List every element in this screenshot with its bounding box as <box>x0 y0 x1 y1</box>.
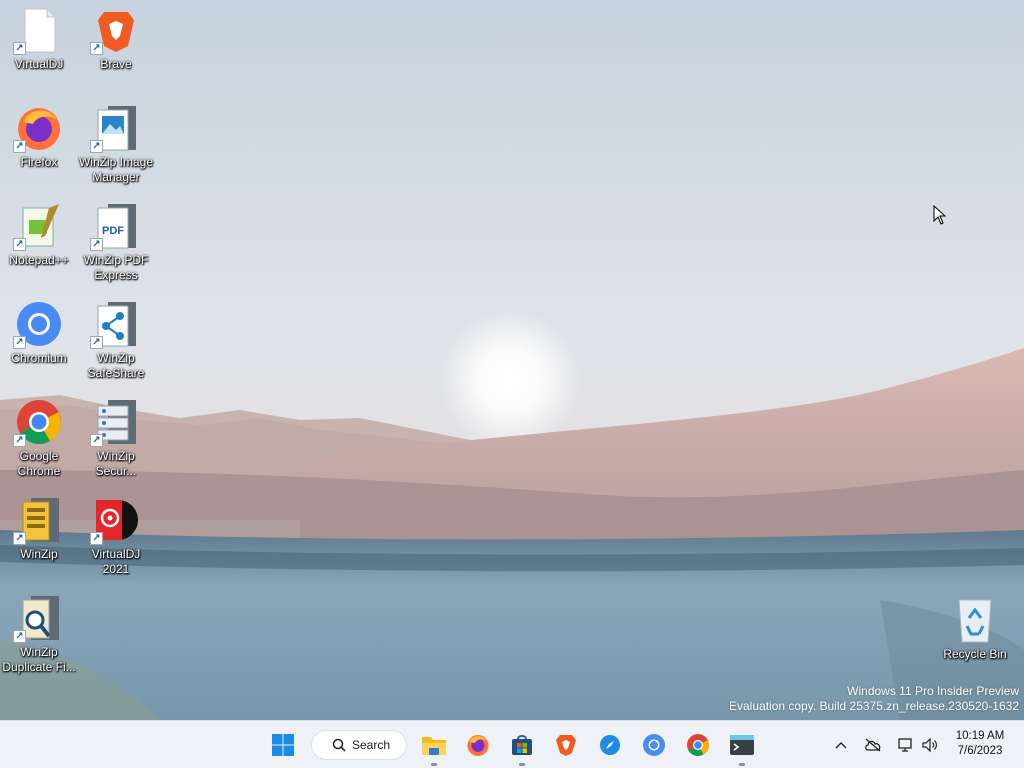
virtualdj-icon: ↗ <box>90 496 140 545</box>
running-indicator <box>431 763 437 766</box>
notepad-plus-plus-icon: ↗ <box>13 202 63 251</box>
taskbar-chromium[interactable] <box>638 729 670 761</box>
search-icon <box>332 738 346 752</box>
windows-watermark: Windows 11 Pro Insider Preview Evaluatio… <box>729 684 1019 714</box>
taskbar-google-chrome[interactable] <box>682 729 714 761</box>
clock-time: 10:19 AM <box>955 730 1005 742</box>
shortcut-arrow-icon: ↗ <box>13 140 26 153</box>
shortcut-arrow-icon: ↗ <box>13 42 26 55</box>
onedrive-status-button[interactable] <box>863 735 883 755</box>
shortcut-arrow-icon: ↗ <box>90 532 103 545</box>
running-indicator <box>739 763 745 766</box>
desktop-icon-brave[interactable]: ↗ Brave <box>77 6 155 72</box>
firefox-icon <box>467 735 489 756</box>
desktop[interactable]: ↗ VirtualDJ ↗ Brave ↗ Firefox ↗ WinZip I… <box>0 0 1024 720</box>
shortcut-arrow-icon: ↗ <box>90 140 103 153</box>
taskbar-brave[interactable] <box>550 729 582 761</box>
firefox-icon: ↗ <box>13 104 63 153</box>
shortcut-arrow-icon: ↗ <box>90 238 103 251</box>
file-explorer-icon <box>422 737 446 755</box>
terminal-icon <box>730 735 754 755</box>
winzip-pdf-express-icon: PDF ↗ <box>90 202 140 251</box>
desktop-icon-label: Chromium <box>11 351 67 365</box>
desktop-icon-label: Brave <box>100 57 132 71</box>
show-hidden-icons-button[interactable] <box>831 735 851 755</box>
desktop-icon-chromium[interactable]: ↗ Chromium <box>0 300 78 366</box>
shortcut-arrow-icon: ↗ <box>90 434 103 447</box>
winzip-safeshare-icon: ↗ <box>90 300 140 349</box>
taskbar-file-explorer[interactable] <box>418 729 450 766</box>
desktop-icon-virtualdj[interactable]: ↗ VirtualDJ <box>0 6 78 72</box>
desktop-icon-virtualdj-2021[interactable]: ↗ VirtualDJ 2021 <box>77 496 155 577</box>
brave-icon: ↗ <box>90 6 140 55</box>
desktop-icon-winzip-pdf-express[interactable]: PDF ↗ WinZip PDF Express <box>77 202 155 283</box>
taskbar-firefox[interactable] <box>462 729 494 761</box>
network-status-button[interactable] <box>895 735 915 755</box>
desktop-icon-label: VirtualDJ 2021 <box>91 547 141 576</box>
desktop-icon-google-chrome[interactable]: ↗ Google Chrome <box>0 398 78 479</box>
desktop-icon-label: WinZip Secur... <box>95 449 137 478</box>
desktop-icon-firefox[interactable]: ↗ Firefox <box>0 104 78 170</box>
taskbar-compass-app[interactable] <box>594 729 626 761</box>
watermark-line-1: Windows 11 Pro Insider Preview <box>847 684 1019 698</box>
desktop-icon-winzip-image-manager[interactable]: ↗ WinZip Image Manager <box>77 104 155 185</box>
shortcut-arrow-icon: ↗ <box>90 42 103 55</box>
desktop-icon-winzip-safeshare[interactable]: ↗ WinZip SafeShare <box>77 300 155 381</box>
shortcut-arrow-icon: ↗ <box>13 238 26 251</box>
desktop-icon-recycle-bin[interactable]: Recycle Bin <box>936 596 1014 662</box>
chromium-icon: ↗ <box>13 300 63 349</box>
taskbar-search-box[interactable]: Search <box>311 730 407 760</box>
desktop-icon-label: Google Chrome <box>17 449 61 478</box>
shortcut-arrow-icon: ↗ <box>90 336 103 349</box>
desktop-icon-label: Recycle Bin <box>943 647 1007 661</box>
volume-button[interactable] <box>920 735 940 755</box>
svg-text:PDF: PDF <box>102 225 124 237</box>
desktop-icon-label: Notepad++ <box>9 253 69 267</box>
speaker-icon <box>922 737 937 753</box>
winzip-secure-backup-icon: ↗ <box>90 398 140 447</box>
brave-icon <box>556 735 576 756</box>
chromium-icon <box>643 734 665 756</box>
winzip-icon: ↗ <box>13 496 63 545</box>
desktop-icon-label: WinZip SafeShare <box>87 351 145 380</box>
start-icon <box>272 734 294 756</box>
chrome-icon <box>687 734 709 756</box>
recycle-bin-icon <box>951 596 999 644</box>
shortcut-arrow-icon: ↗ <box>13 434 26 447</box>
clock-date: 7/6/2023 <box>957 745 1003 757</box>
watermark-line-2: Evaluation copy. Build 25375.zn_release.… <box>729 699 1019 713</box>
desktop-icon-label: Firefox <box>20 155 58 169</box>
chevron-up-icon <box>835 742 847 749</box>
desktop-icon-notepad-plus-plus[interactable]: ↗ Notepad++ <box>0 202 78 268</box>
taskbar: Search 10:19 AM 7/6/2023 <box>0 720 1024 768</box>
file-icon: ↗ <box>13 6 63 55</box>
cloud-offline-icon <box>865 738 881 752</box>
desktop-icon-label: WinZip PDF Express <box>83 253 149 282</box>
desktop-icon-winzip[interactable]: ↗ WinZip <box>0 496 78 562</box>
desktop-icon-label: WinZip Image Manager <box>78 155 154 184</box>
desktop-icon-label: WinZip <box>20 547 58 561</box>
shortcut-arrow-icon: ↗ <box>13 336 26 349</box>
mouse-cursor-icon <box>933 204 947 230</box>
winzip-image-manager-icon: ↗ <box>90 104 140 153</box>
desktop-icon-winzip-secure-backup[interactable]: ↗ WinZip Secur... <box>77 398 155 479</box>
desktop-icon-label: VirtualDJ <box>14 57 64 71</box>
start-button[interactable] <box>267 729 299 761</box>
search-label: Search <box>352 738 391 752</box>
shortcut-arrow-icon: ↗ <box>13 532 26 545</box>
compass-icon <box>600 735 620 755</box>
chrome-icon: ↗ <box>13 398 63 447</box>
taskbar-terminal[interactable] <box>726 729 758 766</box>
desktop-icon-winzip-duplicate-finder[interactable]: ↗ WinZip Duplicate Fi... <box>0 594 78 675</box>
winzip-duplicate-finder-icon: ↗ <box>13 594 63 643</box>
desktop-icon-label: WinZip Duplicate Fi... <box>2 645 76 674</box>
shortcut-arrow-icon: ↗ <box>13 630 26 643</box>
microsoft-store-icon <box>512 735 532 755</box>
taskbar-microsoft-store[interactable] <box>506 729 538 766</box>
running-indicator <box>519 763 525 766</box>
network-icon <box>898 738 912 752</box>
taskbar-clock[interactable]: 10:19 AM 7/6/2023 <box>946 729 1014 759</box>
